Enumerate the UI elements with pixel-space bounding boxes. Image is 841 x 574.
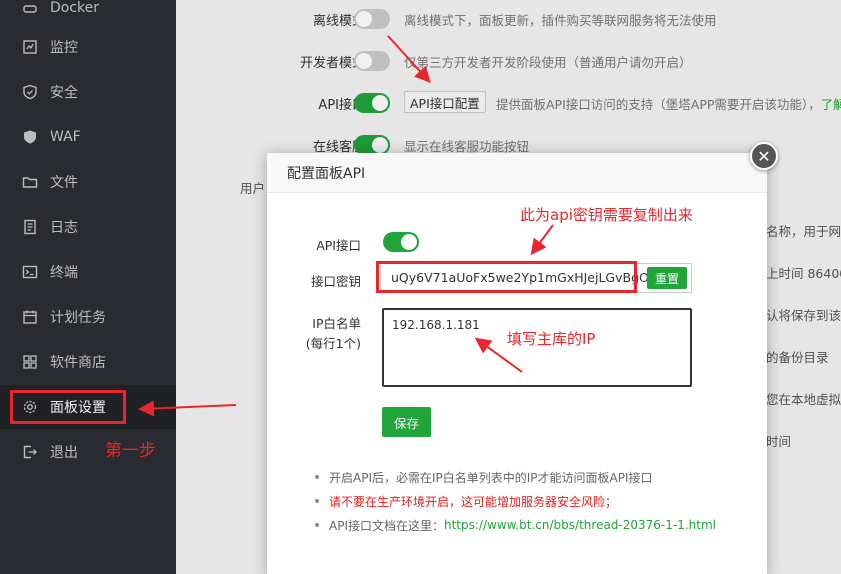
bullet-icon [315, 475, 319, 479]
docker-icon [22, 0, 38, 16]
api-config-button[interactable]: API接口配置 [404, 91, 486, 113]
log-icon [22, 219, 38, 235]
user-label-partial: 用户 [240, 181, 266, 196]
monitor-icon [22, 39, 38, 55]
sidebar-item-files[interactable]: 文件 [0, 160, 176, 204]
api-toggle[interactable] [354, 93, 390, 113]
right-text-2: 上时间 86400 [766, 266, 841, 281]
dialog-api-label: API接口 [316, 238, 361, 253]
sidebar-item-label: 日志 [50, 220, 78, 236]
right-text-4: 的备份目录 [766, 350, 829, 365]
ip-whitelist-hint: (每行1个) [305, 336, 361, 351]
sidebar-item-cron[interactable]: 计划任务 [0, 295, 176, 339]
api-learn-link[interactable]: 了解 [821, 97, 841, 112]
developer-mode-toggle[interactable] [354, 51, 390, 71]
sidebar-item-logs[interactable]: 日志 [0, 205, 176, 249]
ip-whitelist-label: IP白名单 [312, 316, 361, 331]
api-desc-text: 提供面板API接口访问的支持（堡塔APP需要开启该功能）， [496, 96, 821, 112]
online-service-toggle[interactable] [354, 135, 390, 155]
api-key-annotation: 此为api密钥需要复制出来 [520, 206, 693, 224]
developer-mode-desc: 仅第三方开发者开发阶段使用（普通用户请勿开启） [404, 54, 692, 70]
ip-whitelist-value: 192.168.1.181 [392, 318, 480, 332]
dialog-api-toggle[interactable] [383, 232, 419, 252]
sidebar-item-label: WAF [50, 129, 81, 145]
waf-shield-icon [22, 129, 38, 145]
sidebar-item-label: 计划任务 [50, 310, 106, 326]
dialog-notes: 开启API后，必需在IP白名单列表中的IP才能访问面板API接口 请不要在生产环… [315, 465, 755, 537]
right-text-1: 名称，用于网 [766, 224, 841, 239]
note-text: 开启API后，必需在IP白名单列表中的IP才能访问面板API接口 [329, 470, 653, 485]
sidebar-item-label: 文件 [50, 175, 78, 191]
bullet-icon [315, 523, 319, 527]
sidebar: Docker 监控 安全 WAF 文件 日志 终端 计划任务 软件商店 面板设置… [0, 0, 176, 574]
online-service-desc: 显示在线客服功能按钮 [404, 138, 530, 154]
dialog-title: 配置面板API [267, 153, 767, 193]
right-text-5: 您在本地虚拟 [766, 392, 841, 407]
api-doc-link[interactable]: https://www.bt.cn/bbs/thread-20376-1-1.h… [444, 518, 716, 532]
note-item: API接口文档在这里： https://www.bt.cn/bbs/thread-… [315, 513, 755, 537]
bullet-icon [315, 499, 319, 503]
save-button[interactable]: 保存 [382, 407, 432, 437]
calendar-icon [22, 309, 38, 325]
ip-annotation: 填写主库的IP [507, 330, 596, 348]
terminal-icon [22, 264, 38, 280]
note-text: 请不要在生产环境开启，这可能增加服务器安全风险； [329, 494, 618, 509]
api-key-highlight-box [376, 261, 637, 293]
close-icon[interactable]: ✕ [750, 142, 778, 170]
sidebar-item-label: 监控 [50, 40, 78, 56]
step-annotation: 第一步 [105, 441, 156, 461]
api-desc: 提供面板API接口访问的支持（堡塔APP需要开启该功能），了解 [496, 94, 841, 113]
right-text-3: 认将保存到该目 [766, 308, 841, 323]
api-key-label: 接口密钥 [310, 274, 361, 289]
sidebar-item-label: 安全 [50, 85, 78, 101]
offline-mode-desc: 离线模式下，面板更新，插件购买等联网服务将无法使用 [404, 12, 717, 28]
app-store-icon [22, 354, 38, 370]
setting-row-api: API接口 API接口配置 提供面板API接口访问的支持（堡塔APP需要开启该功… [176, 88, 841, 118]
sidebar-item-label: 退出 [50, 445, 78, 461]
sidebar-item-terminal[interactable]: 终端 [0, 250, 176, 294]
setting-row-offline: 离线模式 离线模式下，面板更新，插件购买等联网服务将无法使用 [176, 4, 841, 34]
sidebar-item-waf[interactable]: WAF [0, 115, 176, 159]
folder-icon [22, 174, 38, 190]
reset-key-button[interactable]: 重置 [646, 267, 687, 289]
sidebar-item-security[interactable]: 安全 [0, 70, 176, 114]
panel-settings-highlight-box [10, 390, 126, 424]
logout-icon [22, 444, 38, 460]
sidebar-item-monitor[interactable]: 监控 [0, 25, 176, 69]
note-item: 开启API后，必需在IP白名单列表中的IP才能访问面板API接口 [315, 465, 755, 489]
sidebar-item-label: 终端 [50, 265, 78, 281]
sidebar-item-store[interactable]: 软件商店 [0, 340, 176, 384]
sidebar-item-label: 软件商店 [50, 355, 106, 371]
shield-icon [22, 84, 38, 100]
offline-mode-toggle[interactable] [354, 9, 390, 29]
setting-row-developer: 开发者模式 仅第三方开发者开发阶段使用（普通用户请勿开启） [176, 46, 841, 76]
note-item-warning: 请不要在生产环境开启，这可能增加服务器安全风险； [315, 489, 755, 513]
note-text: API接口文档在这里： [329, 518, 444, 533]
right-text-6: 时间 [766, 434, 792, 449]
sidebar-item-label: Docker [50, 0, 100, 16]
